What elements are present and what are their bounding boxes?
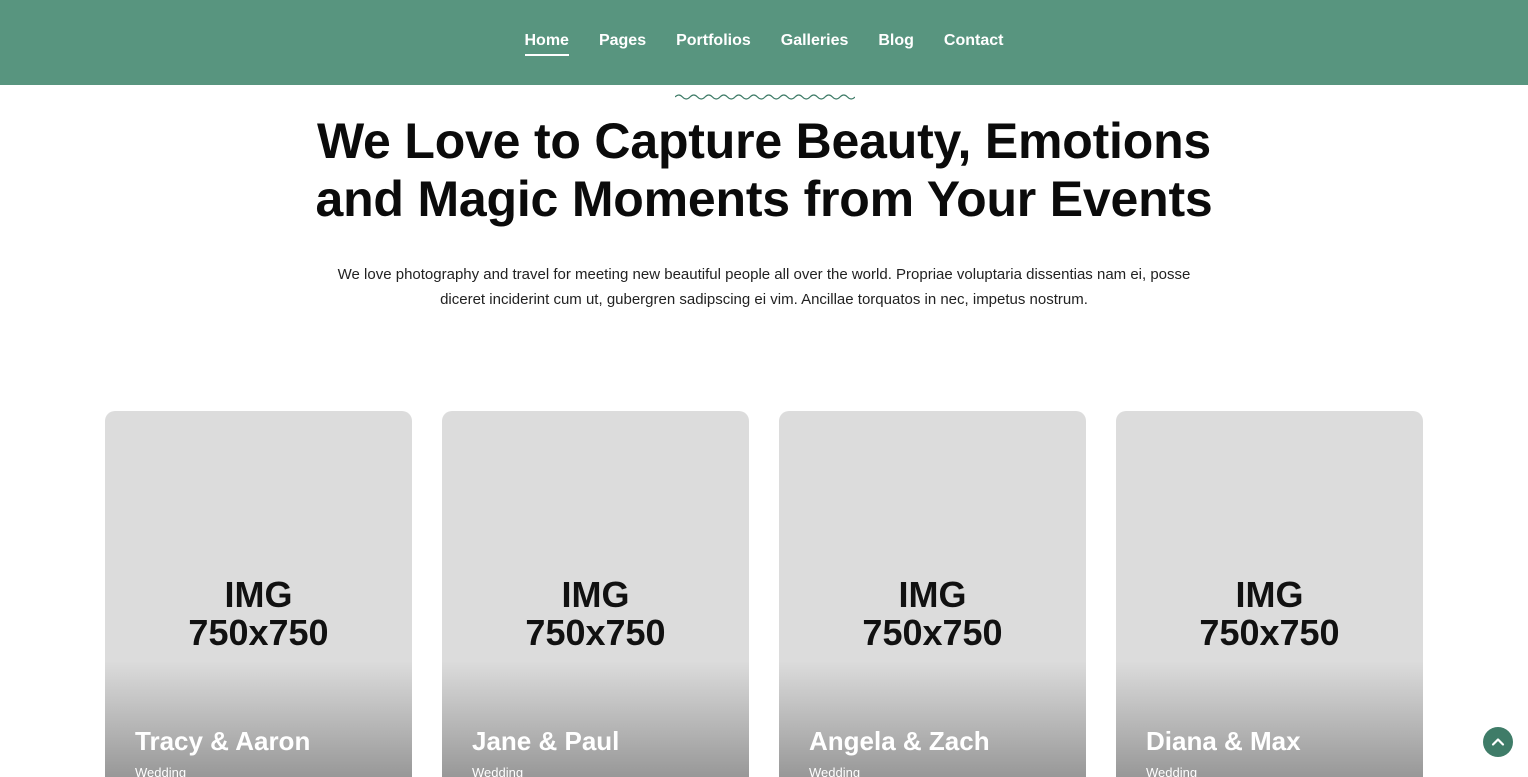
image-placeholder: IMG 750x750 — [105, 576, 412, 652]
card-category: Wedding — [472, 765, 524, 777]
nav-item-portfolios[interactable]: Portfolios — [676, 32, 751, 54]
intro-text: We love photography and travel for meeti… — [314, 262, 1214, 312]
placeholder-size: 750x750 — [862, 612, 1003, 653]
card-category: Wedding — [1146, 765, 1198, 777]
portfolio-card[interactable]: IMG 750x750 Diana & Max Wedding — [1116, 411, 1423, 777]
nav-item-blog[interactable]: Blog — [878, 32, 914, 54]
card-title[interactable]: Diana & Max — [1146, 726, 1301, 757]
nav-item-pages[interactable]: Pages — [599, 32, 646, 54]
placeholder-size: 750x750 — [525, 612, 666, 653]
image-placeholder: IMG 750x750 — [442, 576, 749, 652]
nav-item-galleries[interactable]: Galleries — [781, 32, 849, 54]
main-nav: Home Pages Portfolios Galleries Blog Con… — [0, 0, 1528, 85]
card-gradient — [442, 661, 749, 777]
card-gradient — [779, 661, 1086, 777]
wave-divider-icon — [675, 94, 855, 100]
card-category: Wedding — [809, 765, 861, 777]
page-title: We Love to Capture Beauty, Emotions and … — [0, 112, 1528, 228]
portfolio-card[interactable]: IMG 750x750 Tracy & Aaron Wedding — [105, 411, 412, 777]
placeholder-label: IMG — [1235, 574, 1304, 615]
page-title-line-1: We Love to Capture Beauty, Emotions — [316, 113, 1212, 169]
image-placeholder: IMG 750x750 — [1116, 576, 1423, 652]
image-placeholder: IMG 750x750 — [779, 576, 1086, 652]
card-title[interactable]: Jane & Paul — [472, 726, 619, 757]
portfolio-grid: IMG 750x750 Tracy & Aaron Wedding IMG 75… — [105, 411, 1423, 777]
placeholder-label: IMG — [224, 574, 293, 615]
portfolio-card[interactable]: IMG 750x750 Jane & Paul Wedding — [442, 411, 749, 777]
placeholder-size: 750x750 — [1199, 612, 1340, 653]
card-gradient — [1116, 661, 1423, 777]
nav-item-contact[interactable]: Contact — [944, 32, 1004, 54]
portfolio-card[interactable]: IMG 750x750 Angela & Zach Wedding — [779, 411, 1086, 777]
card-category: Wedding — [135, 765, 187, 777]
intro-text-line-2: diceret inciderint cum ut, gubergren sad… — [440, 291, 1088, 308]
placeholder-size: 750x750 — [188, 612, 329, 653]
intro-text-line-1: We love photography and travel for meeti… — [337, 266, 1191, 283]
card-gradient — [105, 661, 412, 777]
scroll-to-top-button[interactable] — [1483, 727, 1513, 757]
card-title[interactable]: Tracy & Aaron — [135, 726, 310, 757]
placeholder-label: IMG — [561, 574, 630, 615]
card-title[interactable]: Angela & Zach — [809, 726, 990, 757]
placeholder-label: IMG — [898, 574, 967, 615]
site-header: Home Pages Portfolios Galleries Blog Con… — [0, 0, 1528, 85]
page-title-line-2: and Magic Moments from Your Events — [315, 171, 1213, 227]
nav-item-home[interactable]: Home — [524, 32, 570, 56]
chevron-up-icon — [1491, 738, 1505, 746]
